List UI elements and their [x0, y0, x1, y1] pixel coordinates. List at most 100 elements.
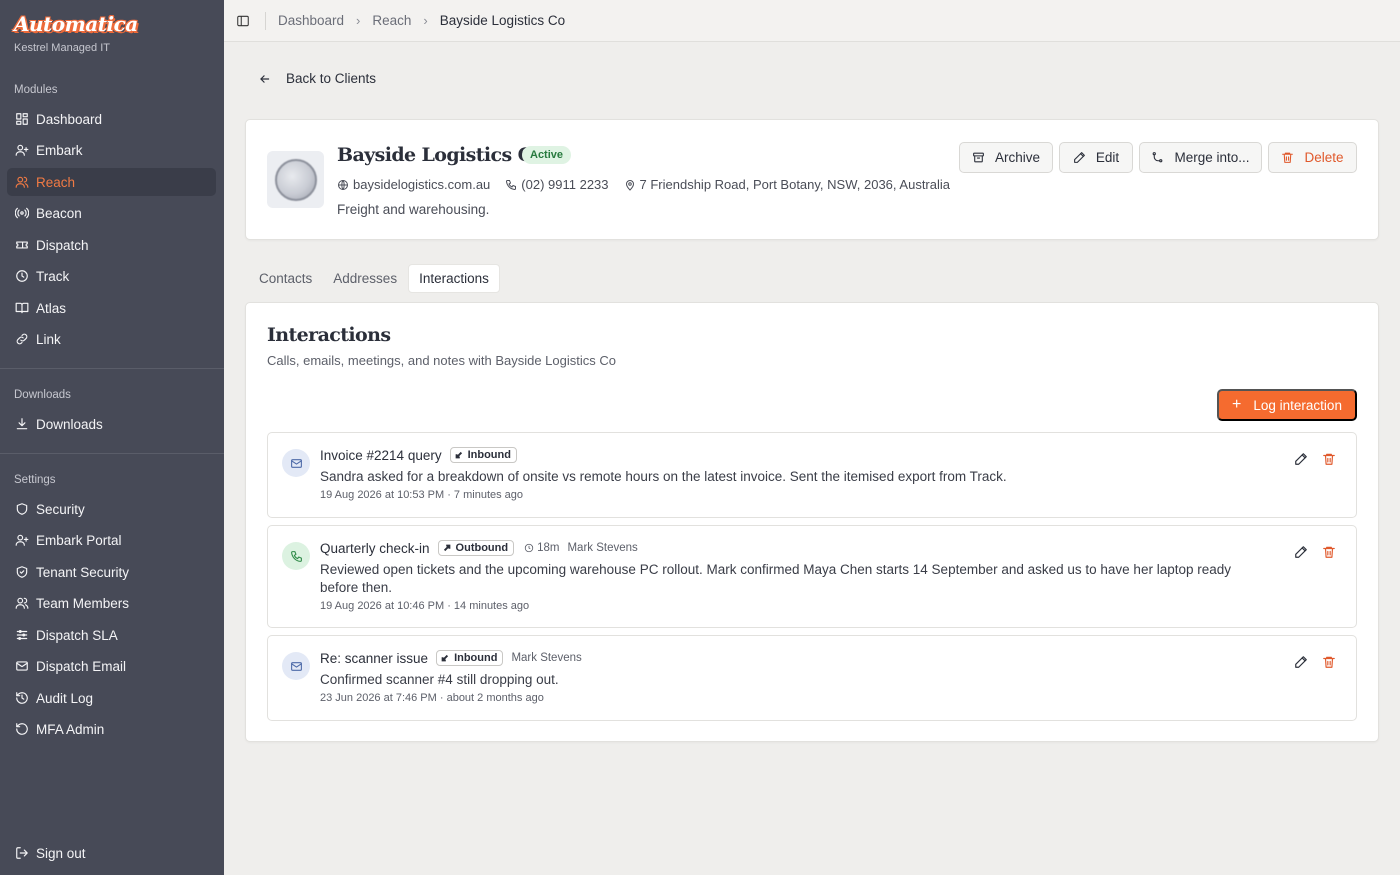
- log-interaction-button[interactable]: + Log interaction: [1217, 389, 1357, 421]
- interaction-contact[interactable]: Mark Stevens: [567, 542, 637, 554]
- sidebar-item-embark-portal[interactable]: Embark Portal: [7, 526, 216, 554]
- delete-interaction-button[interactable]: [1322, 655, 1336, 669]
- interaction-row[interactable]: Invoice #2214 query Inbound Sandra asked…: [267, 432, 1357, 518]
- client-header-card: Bayside Logistics Co Active baysidelogis…: [245, 119, 1379, 240]
- interaction-title: Re: scanner issue: [320, 650, 429, 666]
- pencil-icon: [1295, 546, 1307, 558]
- ticket-icon: [15, 238, 29, 252]
- sidebar-item-label: Dispatch: [36, 237, 89, 253]
- sidebar-item-dispatch-sla[interactable]: Dispatch SLA: [7, 621, 216, 649]
- sidebar-item-tenant-security[interactable]: Tenant Security: [7, 558, 216, 586]
- direction-label: Inbound: [467, 449, 511, 461]
- log-interaction-label: Log interaction: [1253, 397, 1342, 413]
- breadcrumb-dashboard[interactable]: Dashboard: [278, 13, 344, 28]
- plus-icon: +: [1232, 396, 1242, 413]
- trash-icon: [1282, 152, 1294, 163]
- edit-interaction-button[interactable]: [1294, 655, 1308, 669]
- clock-icon: [524, 543, 534, 553]
- edit-interaction-button[interactable]: [1294, 545, 1308, 559]
- sidebar-item-label: Link: [36, 331, 61, 347]
- merge-button[interactable]: Merge into...: [1139, 142, 1262, 173]
- top-bar: Dashboard › Reach › Bayside Logistics Co: [224, 0, 1400, 42]
- status-badge: Active: [522, 146, 572, 164]
- arrow-left-icon: [260, 74, 270, 83]
- back-label: Back to Clients: [286, 71, 377, 86]
- tab-addresses[interactable]: Addresses: [323, 264, 407, 293]
- sidebar-item-track[interactable]: Track: [7, 262, 216, 290]
- users-icon: [15, 596, 29, 610]
- history-icon: [15, 691, 29, 705]
- mail-icon: [282, 449, 310, 477]
- sidebar-toggle-icon[interactable]: [236, 14, 250, 28]
- client-name: Bayside Logistics Co: [337, 144, 545, 166]
- chevron-right-icon: ›: [356, 13, 361, 28]
- sidebar-item-atlas[interactable]: Atlas: [7, 294, 216, 322]
- pencil-icon: [1073, 152, 1085, 163]
- sidebar-item-mfa-admin[interactable]: MFA Admin: [7, 715, 216, 743]
- brand: Automatica Kestrel Managed IT: [14, 10, 138, 54]
- delete-interaction-button[interactable]: [1322, 452, 1336, 466]
- arrow-down-left-icon: [455, 451, 462, 459]
- client-website-text: baysidelogistics.com.au: [353, 177, 491, 192]
- edit-button[interactable]: Edit: [1059, 142, 1133, 173]
- sidebar-item-dashboard[interactable]: Dashboard: [7, 105, 216, 133]
- interaction-row[interactable]: Quarterly check-in Outbound 18m Mark Ste…: [267, 525, 1357, 628]
- merge-label: Merge into...: [1174, 150, 1250, 165]
- trash-icon: [1323, 546, 1335, 558]
- sidebar-item-link[interactable]: Link: [7, 325, 216, 353]
- sidebar-item-label: Dashboard: [36, 111, 103, 127]
- sidebar-item-downloads[interactable]: Downloads: [7, 410, 216, 438]
- sidebar-item-label: Track: [36, 268, 70, 284]
- interactions-title: Interactions: [267, 324, 391, 346]
- tab-interactions[interactable]: Interactions: [408, 264, 500, 293]
- delete-button[interactable]: Delete: [1268, 142, 1357, 173]
- user-plus-icon: [15, 533, 29, 547]
- brand-logo[interactable]: Automatica: [14, 10, 138, 38]
- sidebar: Automatica Kestrel Managed IT Modules Da…: [0, 0, 224, 875]
- user-plus-icon: [15, 143, 29, 157]
- trash-icon: [1323, 453, 1335, 465]
- sidebar-item-team-members[interactable]: Team Members: [7, 589, 216, 617]
- book-icon: [15, 301, 29, 315]
- row-actions: [1294, 655, 1336, 669]
- sidebar-item-label: MFA Admin: [36, 721, 105, 737]
- sidebar-item-label: Atlas: [36, 300, 67, 316]
- row-actions: [1294, 452, 1336, 466]
- interaction-body: Reviewed open tickets and the upcoming w…: [320, 562, 1231, 595]
- tab-contacts[interactable]: Contacts: [249, 264, 322, 293]
- delete-interaction-button[interactable]: [1322, 545, 1336, 559]
- breadcrumb-reach[interactable]: Reach: [372, 13, 411, 28]
- broadcast-icon: [15, 206, 29, 220]
- breadcrumb: Dashboard › Reach › Bayside Logistics Co: [278, 13, 565, 28]
- git-merge-icon: [1153, 152, 1163, 163]
- phone-icon: [282, 542, 310, 570]
- edit-interaction-button[interactable]: [1294, 452, 1308, 466]
- interaction-row[interactable]: Re: scanner issue Inbound Mark Stevens C…: [267, 635, 1357, 721]
- globe-icon: [274, 158, 317, 201]
- download-icon: [15, 417, 29, 431]
- sidebar-item-dispatch[interactable]: Dispatch: [7, 231, 216, 259]
- back-to-clients-link[interactable]: Back to Clients: [258, 71, 376, 86]
- shield-check-icon: [15, 565, 29, 579]
- sidebar-item-label: Embark: [36, 142, 83, 158]
- org-name: Kestrel Managed IT: [14, 42, 110, 54]
- arrow-up-right-icon: [443, 544, 450, 552]
- sidebar-item-dispatch-email[interactable]: Dispatch Email: [7, 652, 216, 680]
- client-website[interactable]: baysidelogistics.com.au: [337, 177, 490, 192]
- breadcrumb-current: Bayside Logistics Co: [439, 13, 566, 28]
- client-phone[interactable]: (02) 9911 2233: [505, 177, 609, 192]
- sidebar-item-security[interactable]: Security: [7, 495, 216, 523]
- archive-button[interactable]: Archive: [959, 142, 1053, 173]
- sidebar-item-audit-log[interactable]: Audit Log: [7, 684, 216, 712]
- direction-badge: Inbound: [436, 650, 504, 666]
- pencil-icon: [1295, 656, 1307, 668]
- globe-icon: [338, 179, 348, 190]
- sidebar-item-reach[interactable]: Reach: [7, 168, 216, 196]
- sign-out-button[interactable]: Sign out: [7, 839, 216, 867]
- pencil-icon: [1295, 453, 1307, 465]
- sidebar-item-beacon[interactable]: Beacon: [7, 199, 216, 227]
- sidebar-item-embark[interactable]: Embark: [7, 136, 216, 164]
- interaction-contact[interactable]: Mark Stevens: [511, 652, 581, 664]
- sidebar-item-label: Dispatch SLA: [36, 627, 118, 643]
- sidebar-item-label: Reach: [36, 174, 76, 190]
